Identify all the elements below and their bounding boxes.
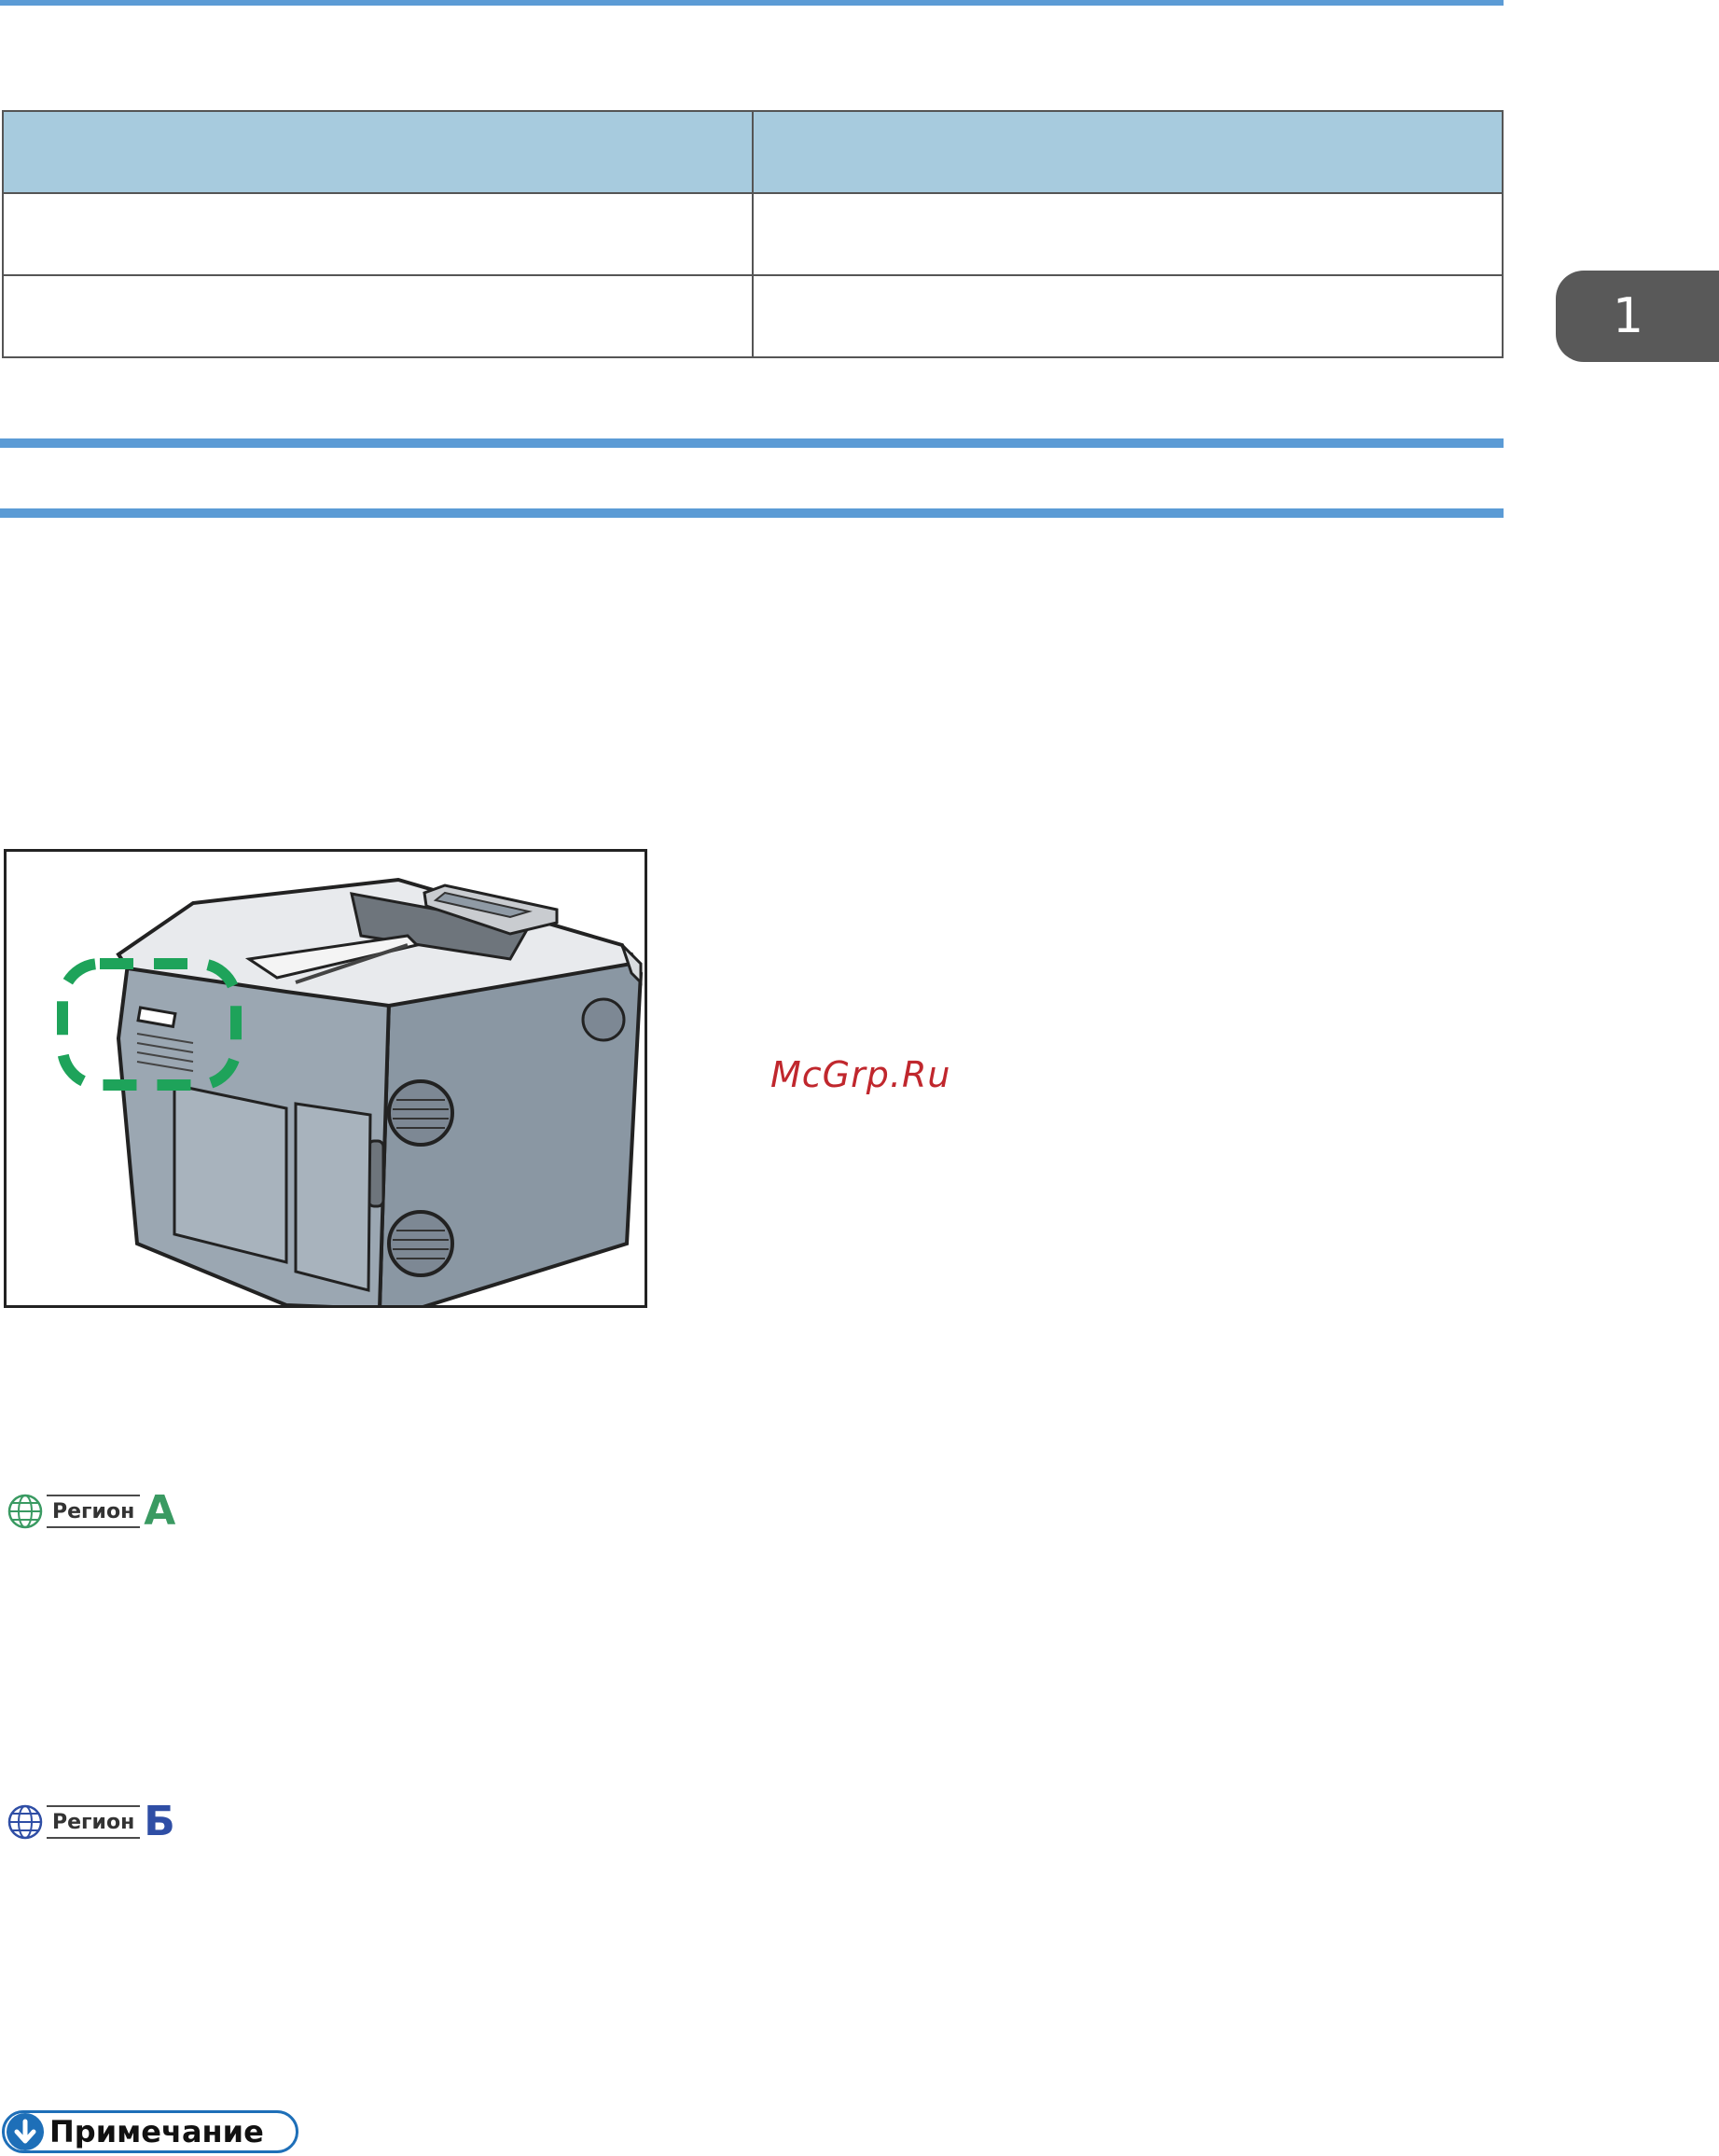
region-letter: A (144, 1487, 176, 1535)
region-letter: Б (144, 1798, 175, 1845)
down-arrow-icon (7, 2113, 44, 2150)
printer-drawing (57, 877, 644, 1305)
region-label: Регион (47, 1495, 141, 1528)
chapter-number: 1 (1612, 288, 1644, 344)
table-header-cell (2, 110, 754, 194)
note-badge: Примечание (2, 2110, 298, 2153)
printer-illustration (4, 849, 647, 1308)
table-header-row (2, 110, 1504, 194)
table-row (2, 274, 1504, 358)
section-heading (0, 438, 1504, 518)
table-cell (2, 192, 754, 276)
top-rule (0, 0, 1504, 6)
note-label: Примечание (49, 2114, 264, 2149)
table-cell (752, 192, 1504, 276)
globe-icon (7, 1494, 43, 1529)
table-header-cell (752, 110, 1504, 194)
globe-icon (7, 1804, 43, 1840)
region-a-badge: Регион A (6, 1487, 176, 1535)
table-row (2, 192, 1504, 276)
watermark: McGrp.Ru (770, 1054, 951, 1095)
table-cell (752, 274, 1504, 358)
spec-table (2, 110, 1504, 358)
chapter-tab[interactable]: 1 (1556, 271, 1719, 362)
region-b-badge: Регион Б (6, 1798, 175, 1845)
table-cell (2, 274, 754, 358)
region-label: Регион (47, 1805, 141, 1839)
